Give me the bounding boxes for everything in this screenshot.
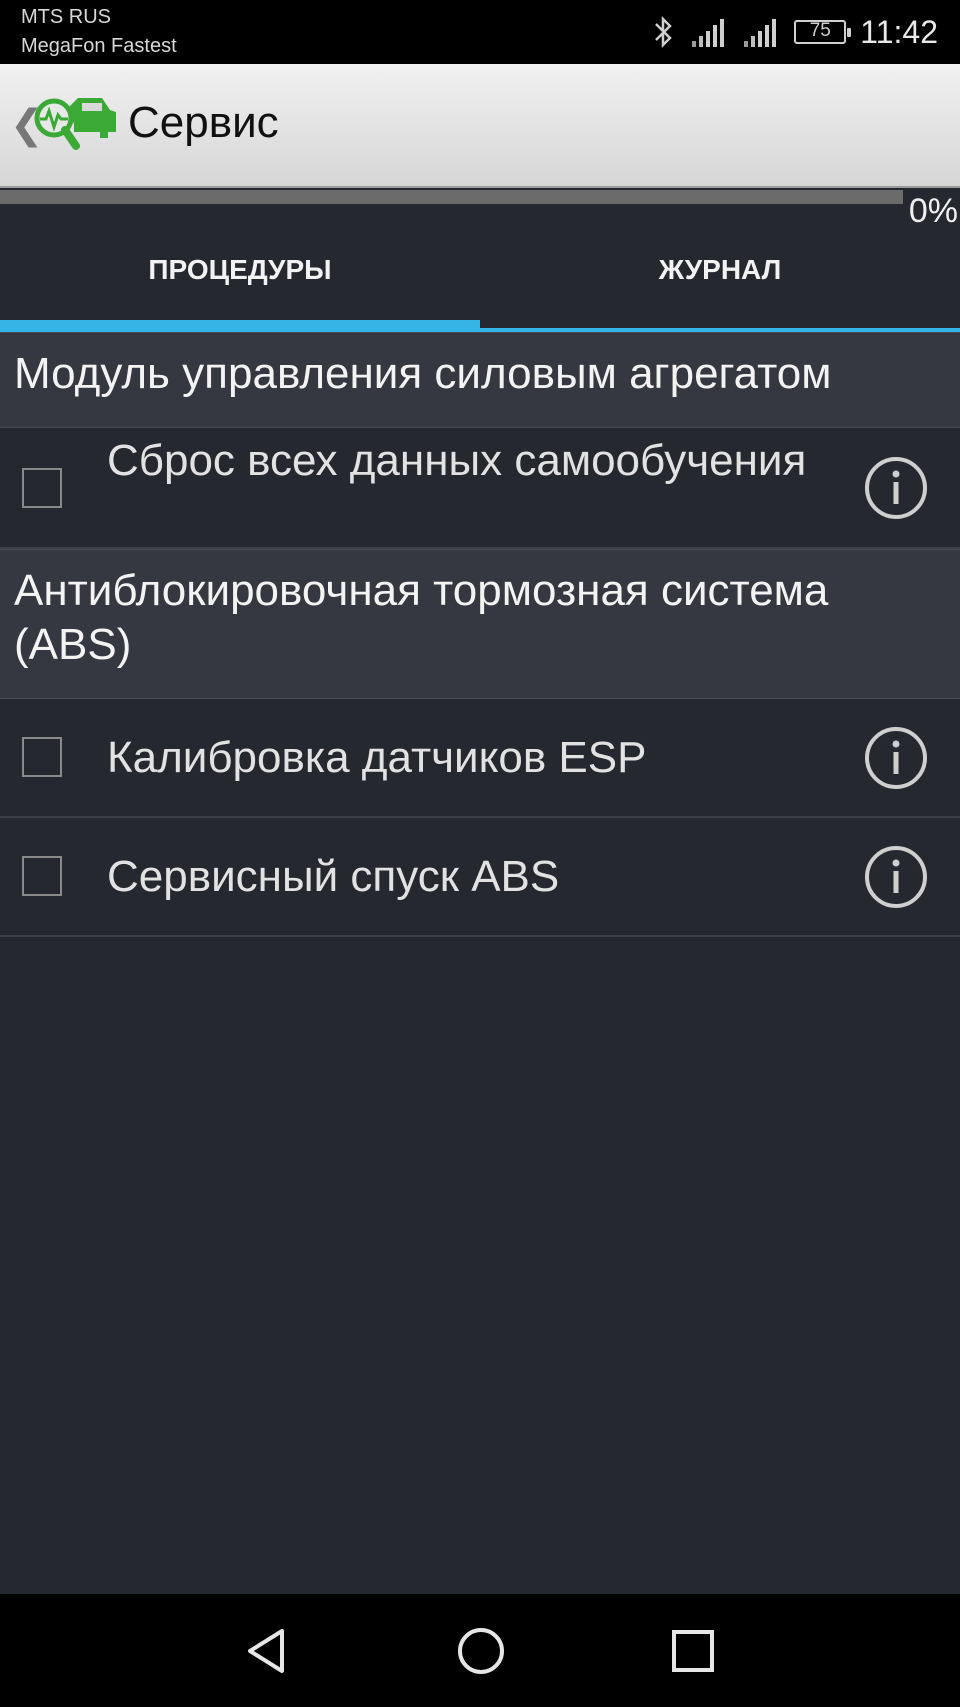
item-checkbox[interactable] [22, 856, 62, 896]
status-bar: MTS RUS MegaFon Fastest 75 11:42 [0, 0, 960, 64]
progress-bar [0, 190, 903, 204]
item-checkbox[interactable] [22, 468, 62, 508]
info-icon[interactable] [864, 456, 928, 520]
item-label: Сброс всех данных самообучения [107, 436, 807, 485]
item-label: Сервисный спуск ABS [107, 852, 560, 901]
item-checkbox[interactable] [22, 737, 62, 777]
progress-percent: 0% [908, 192, 958, 230]
section-header-abs: Антиблокировочная тормозная система (ABS… [0, 549, 960, 699]
tab-selected-indicator [0, 320, 480, 332]
battery-level: 75 [809, 20, 831, 41]
bluetooth-icon [652, 15, 676, 49]
screen-title: Сервис [128, 98, 279, 147]
car-diagnostics-icon[interactable] [30, 94, 118, 158]
list-item[interactable]: Калибровка датчиков ESP [0, 699, 960, 818]
section-header-powertrain: Модуль управления силовым агрегатом [0, 332, 960, 428]
info-icon[interactable] [864, 845, 928, 909]
list-item[interactable]: Сервисный спуск ABS [0, 818, 960, 937]
info-icon[interactable] [864, 726, 928, 790]
carrier-name-1: MTS RUS [21, 6, 111, 28]
list-item[interactable]: Сброс всех данных самообучения [0, 428, 960, 549]
progress-section: 0% [0, 188, 960, 230]
carrier-name-2: MegaFon Fastest [21, 35, 177, 57]
back-icon[interactable] [242, 1626, 290, 1680]
home-icon[interactable] [456, 1626, 506, 1680]
status-time: 11:42 [860, 13, 938, 50]
signal-icon [742, 17, 780, 47]
tab-procedures[interactable]: ПРОЦЕДУРЫ [0, 228, 480, 332]
navigation-bar [0, 1594, 960, 1707]
battery-icon: 75 [794, 20, 852, 44]
action-bar: ❮ Сервис [0, 64, 960, 188]
recents-icon[interactable] [670, 1626, 716, 1680]
tab-journal[interactable]: ЖУРНАЛ [480, 228, 960, 332]
tab-bar: ПРОЦЕДУРЫ ЖУРНАЛ [0, 228, 960, 332]
item-label: Калибровка датчиков ESP [107, 733, 647, 782]
signal-icon [690, 17, 728, 47]
